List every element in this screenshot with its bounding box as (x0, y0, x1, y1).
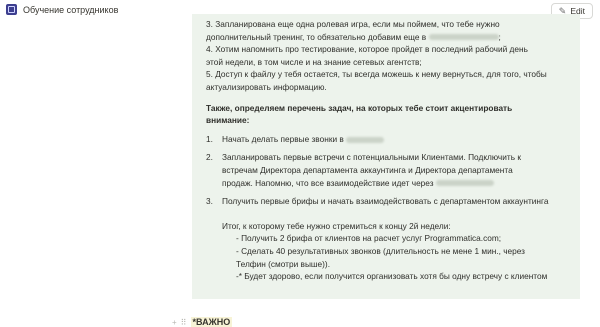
page-title: Обучение сотрудников (23, 4, 119, 15)
important-label: *ВАЖНО (190, 317, 233, 327)
block-row: + ⠿ *ВАЖНО (172, 317, 233, 327)
callout-block: 3. Запланирована еще одна ролевая игра, … (192, 14, 580, 299)
text-line: актуализировать информацию. (206, 81, 327, 92)
list-item: 1. Начать делать первые звонки в (206, 133, 576, 146)
text-line: 5. Доступ к файлу у тебя остается, ты вс… (206, 69, 547, 80)
text-line: 4. Хотим напомнить про тестирование, кот… (206, 44, 528, 55)
plus-icon[interactable]: + (172, 318, 177, 327)
page-icon (6, 4, 17, 15)
list-item: 2. Запланировать первые встречи с потенц… (206, 152, 521, 188)
summary-block: Итог, к которому тебе нужно стремиться к… (206, 220, 576, 283)
redacted-text (346, 136, 385, 143)
text-line: 3. Запланирована еще одна ролевая игра, … (206, 19, 500, 29)
section-heading-cont: внимание: (206, 115, 250, 126)
redacted-text (435, 180, 494, 187)
breadcrumb[interactable]: Обучение сотрудников (6, 4, 118, 15)
list-item: 3. Получить первые брифы и начать взаимо… (206, 196, 549, 207)
summary-line: Итог, к которому тебе нужно стремиться к… (222, 220, 451, 231)
drag-handle-icon[interactable]: ⠿ (181, 318, 187, 327)
summary-line: - Сделать 40 результативных звонков (дли… (236, 245, 525, 256)
summary-line: Телфин (смотри выше)). (236, 258, 331, 269)
summary-line: -* Будет здорово, если получится организ… (236, 271, 548, 282)
section-heading: Также, определяем перечень задач, на кот… (206, 102, 513, 113)
text-line: дополнительный тренинг, то обязательно д… (206, 31, 501, 42)
text-line: этой недели, в том числе и на знание сет… (206, 56, 422, 67)
summary-line: - Получить 2 брифа от клиентов на расчет… (236, 233, 502, 244)
redacted-text (428, 34, 499, 41)
